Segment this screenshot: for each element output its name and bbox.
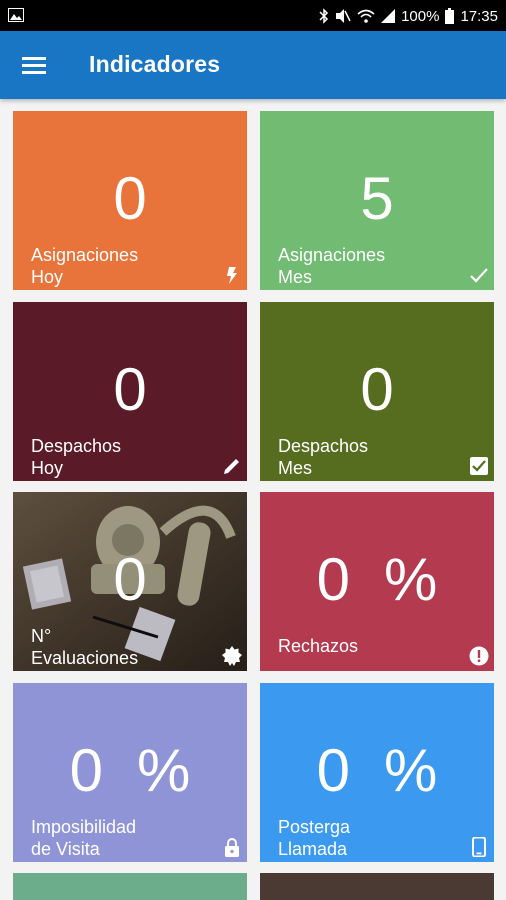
- checkbox-icon: [469, 456, 489, 476]
- tile-value: 0: [360, 356, 394, 423]
- tile-label-line: Imposibilidad: [31, 817, 137, 837]
- tile-label-line: Evaluaciones: [31, 648, 139, 668]
- tile-value-number: 0: [316, 546, 350, 613]
- tile-evaluaciones[interactable]: 0 N° Evaluaciones: [13, 492, 247, 671]
- tile-label-line: Hoy: [31, 267, 64, 287]
- tile-label-line: N°: [31, 626, 52, 646]
- tile-label-line: Hoy: [31, 458, 64, 478]
- tile-value-unit: %: [384, 737, 438, 804]
- tile-label-line: Asignaciones: [31, 245, 139, 265]
- tile-imposibilidad-visita[interactable]: 0 % Imposibilidad de Visita: [13, 683, 247, 862]
- tile-label: Asignaciones Hoy: [31, 244, 138, 288]
- tile-label: Despachos Mes: [278, 435, 368, 479]
- tile-label-line: de Visita: [31, 839, 100, 859]
- tile-partial-left[interactable]: [13, 873, 247, 900]
- tile-value: 0: [113, 165, 147, 232]
- tile-value: 0: [113, 546, 147, 613]
- tile-label: Posterga Llamada: [278, 816, 350, 860]
- tile-value-number: 0: [316, 737, 350, 804]
- pencil-icon: [222, 456, 242, 476]
- tile-label-line: Rechazos: [278, 636, 359, 656]
- tile-value: 0 %: [13, 741, 247, 801]
- tile-value: 0 %: [260, 550, 494, 610]
- lock-icon: [222, 837, 242, 857]
- indicator-grid: 0 Asignaciones Hoy 5 Asignaciones Mes 0 …: [0, 0, 506, 900]
- tile-label-line: Mes: [278, 267, 313, 287]
- tile-despachos-hoy[interactable]: 0 Despachos Hoy: [13, 302, 247, 481]
- tile-value: 0: [113, 356, 147, 423]
- tile-value: 0 %: [260, 741, 494, 801]
- alert-circle-icon: [469, 646, 489, 666]
- tile-label: Asignaciones Mes: [278, 244, 385, 288]
- check-icon: [469, 265, 489, 285]
- tile-label: N° Evaluaciones: [31, 625, 138, 669]
- tile-label-line: Llamada: [278, 839, 348, 859]
- tile-label-line: Asignaciones: [278, 245, 386, 265]
- phone-icon: [469, 837, 489, 857]
- tile-rechazos[interactable]: 0 % Rechazos: [260, 492, 494, 671]
- tile-label-line: Mes: [278, 458, 313, 478]
- tile-label-line: Despachos: [278, 436, 369, 456]
- flash-icon: [222, 265, 242, 285]
- tile-asignaciones-mes[interactable]: 5 Asignaciones Mes: [260, 111, 494, 290]
- tile-label: Imposibilidad de Visita: [31, 816, 136, 860]
- tile-despachos-mes[interactable]: 0 Despachos Mes: [260, 302, 494, 481]
- tile-asignaciones-hoy[interactable]: 0 Asignaciones Hoy: [13, 111, 247, 290]
- tile-value-unit: %: [137, 737, 191, 804]
- tile-label-line: Despachos: [31, 436, 122, 456]
- tile-value-number: 0: [69, 737, 103, 804]
- tile-partial-right[interactable]: [260, 873, 494, 900]
- tile-label: Rechazos: [278, 635, 358, 657]
- tile-label: Despachos Hoy: [31, 435, 121, 479]
- tile-value: 5: [360, 165, 394, 232]
- badge-icon: [222, 646, 242, 666]
- tile-label-line: Posterga: [278, 817, 351, 837]
- tile-posterga-llamada[interactable]: 0 % Posterga Llamada: [260, 683, 494, 862]
- tile-value-unit: %: [384, 546, 438, 613]
